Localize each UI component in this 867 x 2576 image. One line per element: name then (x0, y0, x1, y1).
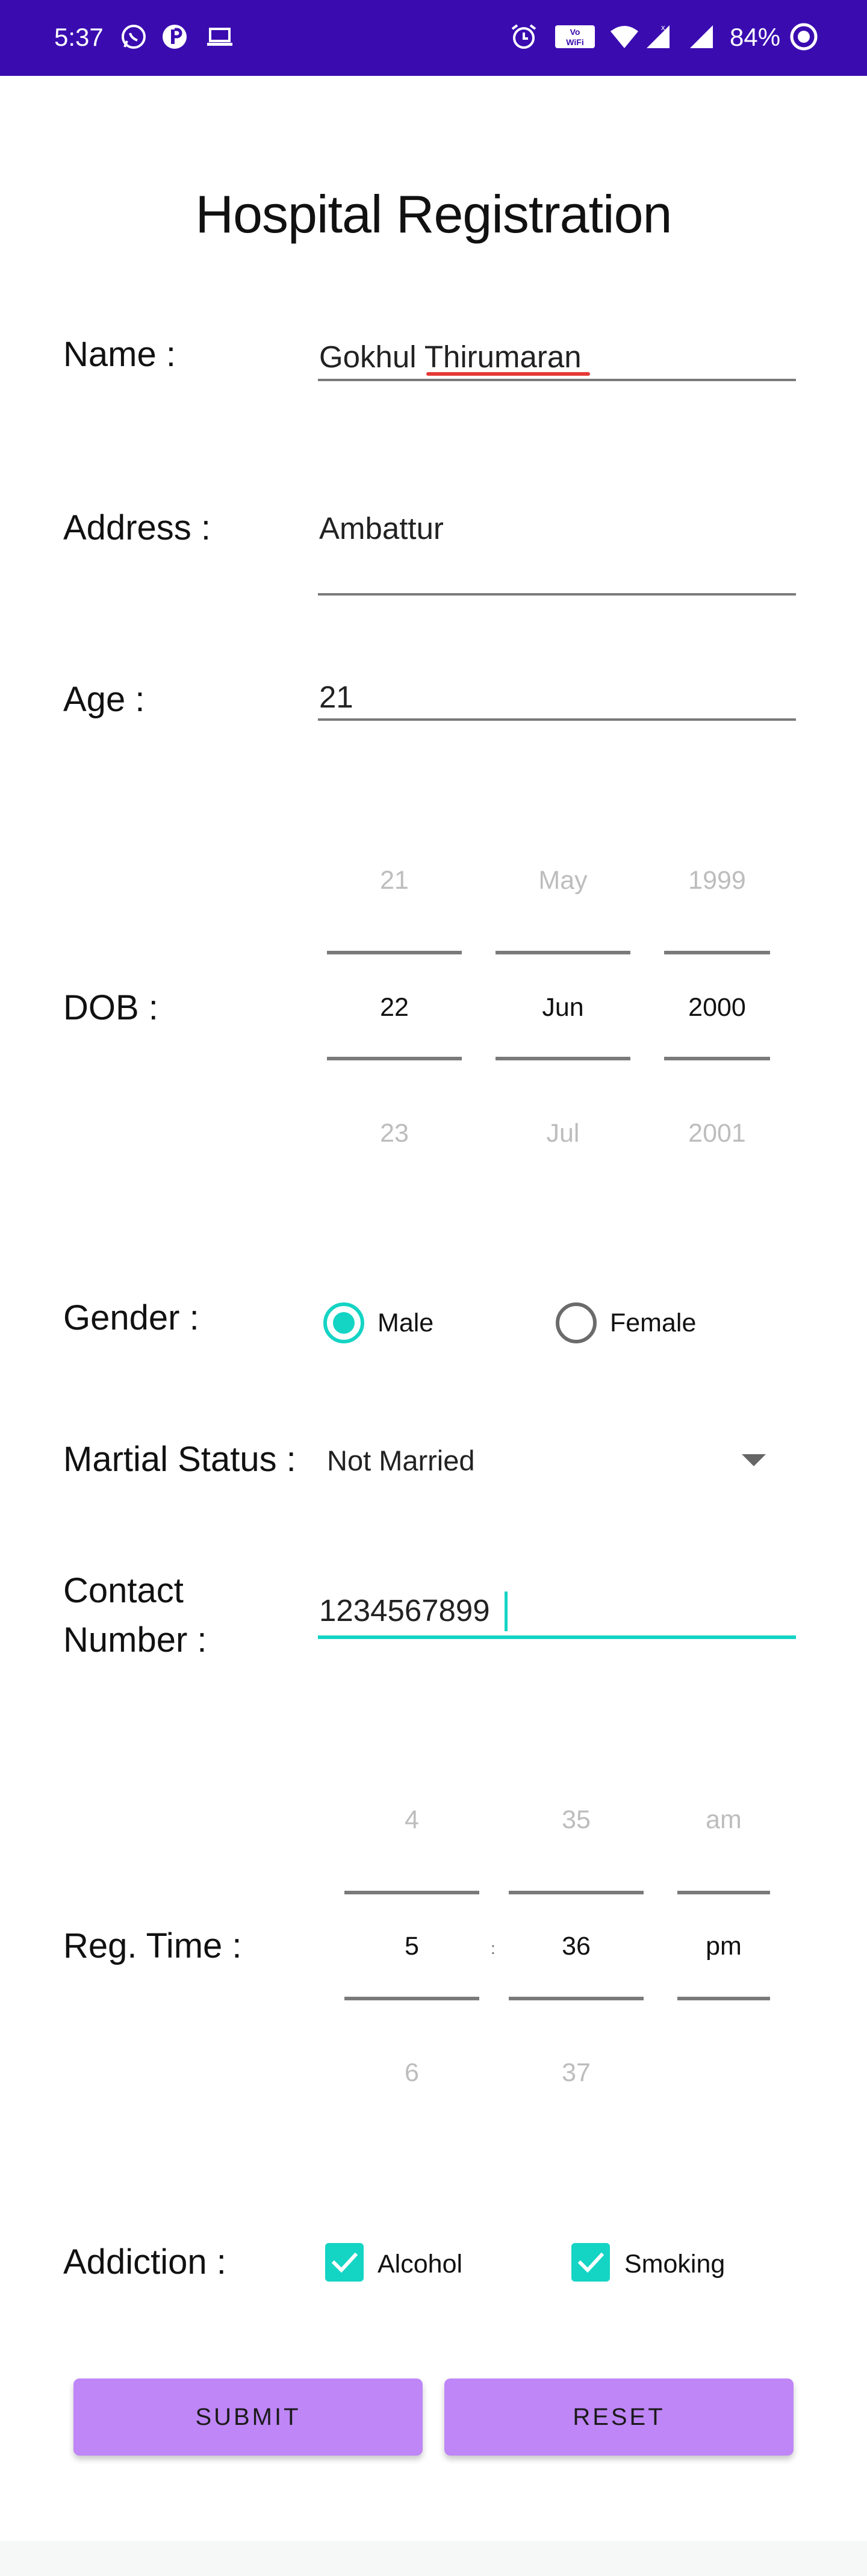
spellcheck-underline (426, 372, 590, 376)
picker-divider (664, 951, 770, 954)
picker-divider (344, 1997, 479, 2000)
picker-divider (677, 1891, 770, 1894)
name-input[interactable]: Gokhul Thirumaran (319, 339, 582, 375)
age-input[interactable]: 21 (319, 679, 353, 715)
reg-hour-selected[interactable]: 5 (344, 1932, 479, 1961)
picker-divider (496, 951, 630, 954)
picker-divider (344, 1891, 479, 1894)
reg-ampm-selected[interactable]: pm (677, 1932, 770, 1961)
reg-minute-prev[interactable]: 35 (509, 1805, 644, 1835)
submit-button[interactable]: SUBMIT (73, 2378, 423, 2456)
gender-female-radio[interactable] (556, 1302, 597, 1343)
dob-month-next[interactable]: Jul (496, 1119, 630, 1148)
contact-label-line2: Number : (63, 1620, 207, 1660)
name-label: Name : (63, 335, 176, 374)
laptop-icon (205, 22, 235, 52)
svg-text:Vo: Vo (570, 27, 580, 37)
contact-label-line1: Contact (63, 1571, 184, 1610)
reg-hour-prev[interactable]: 4 (344, 1805, 479, 1835)
reg-ampm-prev[interactable]: am (677, 1805, 770, 1835)
gender-label: Gender : (63, 1298, 199, 1337)
svg-text:x: x (661, 23, 665, 32)
dob-year-prev[interactable]: 1999 (664, 866, 770, 895)
reset-button[interactable]: RESET (444, 2378, 794, 2456)
status-bar: 5:37 Vo WiFi x 84% (0, 0, 867, 76)
dob-year-next[interactable]: 2001 (664, 1119, 770, 1148)
alcohol-label[interactable]: Alcohol (378, 2250, 462, 2279)
app-icon (160, 22, 190, 52)
picker-divider (496, 1057, 630, 1060)
dob-year-selected[interactable]: 2000 (664, 993, 770, 1022)
contact-number-input[interactable]: 1234567899 (319, 1593, 490, 1628)
reg-minute-selected[interactable]: 36 (509, 1932, 644, 1961)
contact-input-underline (318, 1635, 796, 1639)
svg-text:WiFi: WiFi (566, 37, 583, 47)
picker-divider (327, 1057, 462, 1060)
check-icon (331, 2252, 358, 2273)
battery-icon (789, 22, 819, 52)
name-input-underline (318, 379, 796, 381)
navigation-bar-area (0, 2541, 867, 2576)
status-time: 5:37 (54, 23, 104, 51)
reg-time-label: Reg. Time : (63, 1926, 242, 1965)
dob-label: DOB : (63, 988, 158, 1027)
dob-month-selected[interactable]: Jun (496, 993, 630, 1022)
picker-divider (327, 951, 462, 954)
age-label: Age : (63, 680, 145, 719)
age-input-underline (318, 718, 796, 721)
vowifi-icon: Vo WiFi (554, 22, 596, 52)
reg-hour-next[interactable]: 6 (344, 2058, 479, 2088)
check-icon (577, 2252, 604, 2273)
alarm-icon (509, 22, 539, 52)
address-label: Address : (63, 508, 211, 547)
picker-divider (509, 1997, 644, 2000)
time-separator: : (491, 1939, 496, 1958)
addiction-label: Addiction : (63, 2242, 226, 2282)
page-title: Hospital Registration (195, 184, 673, 244)
signal-icon: x (643, 22, 673, 52)
picker-divider (664, 1057, 770, 1060)
alcohol-checkbox[interactable] (325, 2243, 364, 2282)
battery-percent: 84% (730, 23, 781, 51)
picker-divider (509, 1891, 644, 1894)
dob-month-prev[interactable]: May (496, 866, 630, 895)
marital-status-label: Martial Status : (63, 1440, 296, 1479)
gender-male-radio[interactable] (323, 1302, 364, 1343)
address-input[interactable]: Ambattur (319, 511, 444, 546)
signal-icon-2 (686, 22, 716, 52)
dob-day-prev[interactable]: 21 (327, 866, 462, 895)
smoking-checkbox[interactable] (571, 2243, 610, 2282)
text-cursor (505, 1591, 508, 1631)
picker-divider (677, 1997, 770, 2000)
whatsapp-icon (119, 22, 149, 52)
smoking-label[interactable]: Smoking (624, 2250, 725, 2279)
gender-female-label[interactable]: Female (610, 1308, 696, 1338)
gender-male-label[interactable]: Male (378, 1308, 434, 1338)
address-input-underline (318, 593, 796, 596)
wifi-icon (609, 22, 639, 52)
reg-minute-next[interactable]: 37 (509, 2058, 644, 2088)
dob-day-next[interactable]: 23 (327, 1119, 462, 1148)
dob-day-selected[interactable]: 22 (327, 993, 462, 1022)
marital-status-select[interactable]: Not Married (327, 1444, 475, 1477)
chevron-down-icon[interactable] (742, 1454, 766, 1466)
